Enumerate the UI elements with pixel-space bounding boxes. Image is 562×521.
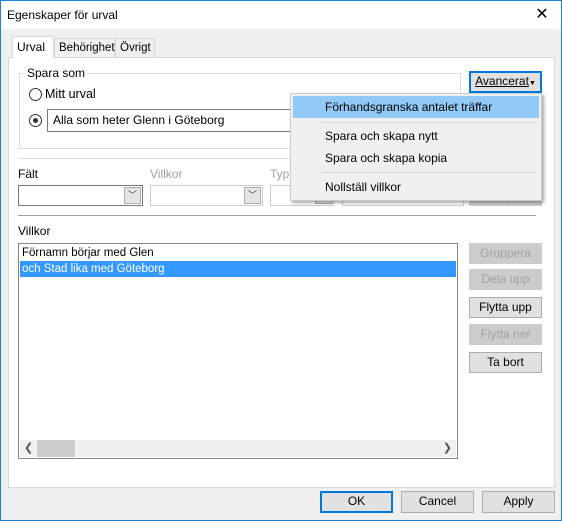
conditions-list[interactable]: Förnamn börjar med Glen och Stad lika me… xyxy=(18,243,458,459)
list-item[interactable]: och Stad lika med Göteborg xyxy=(20,261,456,277)
chevron-down-icon: ﹀ xyxy=(244,187,261,204)
menu-item-preview-count[interactable]: Förhandsgranska antalet träffar xyxy=(293,96,539,118)
scrollbar-thumb[interactable] xyxy=(37,440,75,457)
menu-item-reset[interactable]: Nollställ villkor xyxy=(293,176,539,198)
save-as-legend: Spara som xyxy=(25,66,88,80)
tab-behorighet[interactable]: Behörighet xyxy=(54,38,115,57)
field-combo[interactable]: ﹀ xyxy=(18,185,143,206)
menu-item-save-copy[interactable]: Spara och skapa kopia xyxy=(293,147,539,169)
menu-item-save-new[interactable]: Spara och skapa nytt xyxy=(293,125,539,147)
close-icon[interactable]: ✕ xyxy=(531,4,553,24)
horizontal-scrollbar[interactable]: ❮ ❯ xyxy=(20,440,456,457)
menu-separator xyxy=(321,122,537,123)
condition-label: Villkor xyxy=(150,167,183,181)
apply-button[interactable]: Apply xyxy=(482,491,555,513)
group-button[interactable]: Gruppera xyxy=(469,243,542,264)
separator xyxy=(18,215,536,216)
menu-separator xyxy=(321,172,537,173)
radio-mitt-urval-label: Mitt urval xyxy=(45,87,96,101)
radio-named[interactable] xyxy=(29,114,42,127)
scroll-right-icon[interactable]: ❯ xyxy=(443,441,452,454)
remove-button[interactable]: Ta bort xyxy=(469,352,542,373)
scroll-left-icon[interactable]: ❮ xyxy=(24,441,33,454)
title-bar: Egenskaper för urval ✕ xyxy=(1,1,561,29)
type-label: Typ xyxy=(270,167,290,181)
list-item[interactable]: Förnamn börjar med Glen xyxy=(20,245,456,261)
chevron-down-icon: ﹀ xyxy=(124,187,141,204)
advanced-menu: Förhandsgranska antalet träffar Spara oc… xyxy=(290,93,542,201)
split-button[interactable]: Dela upp xyxy=(469,269,542,290)
move-up-button[interactable]: Flytta upp xyxy=(469,297,542,318)
dropdown-arrow-icon: ▼ xyxy=(528,80,536,87)
field-label: Fält xyxy=(18,167,39,181)
move-down-button[interactable]: Flytta ner xyxy=(469,324,542,345)
cancel-button[interactable]: Cancel xyxy=(401,491,474,513)
tab-urval[interactable]: Urval xyxy=(12,36,54,58)
window-title: Egenskaper för urval xyxy=(7,8,118,22)
conditions-label: Villkor xyxy=(18,224,51,238)
tab-ovrigt[interactable]: Övrigt xyxy=(115,38,155,57)
condition-combo[interactable]: ﹀ xyxy=(150,185,263,206)
advanced-button[interactable]: Avancerat▼ xyxy=(469,71,542,93)
advanced-label: Avancerat xyxy=(475,74,529,88)
dialog-window: Egenskaper för urval ✕ Urval Behörighet … xyxy=(0,0,562,521)
radio-mitt-urval[interactable] xyxy=(29,88,42,101)
ok-button[interactable]: OK xyxy=(320,491,393,513)
